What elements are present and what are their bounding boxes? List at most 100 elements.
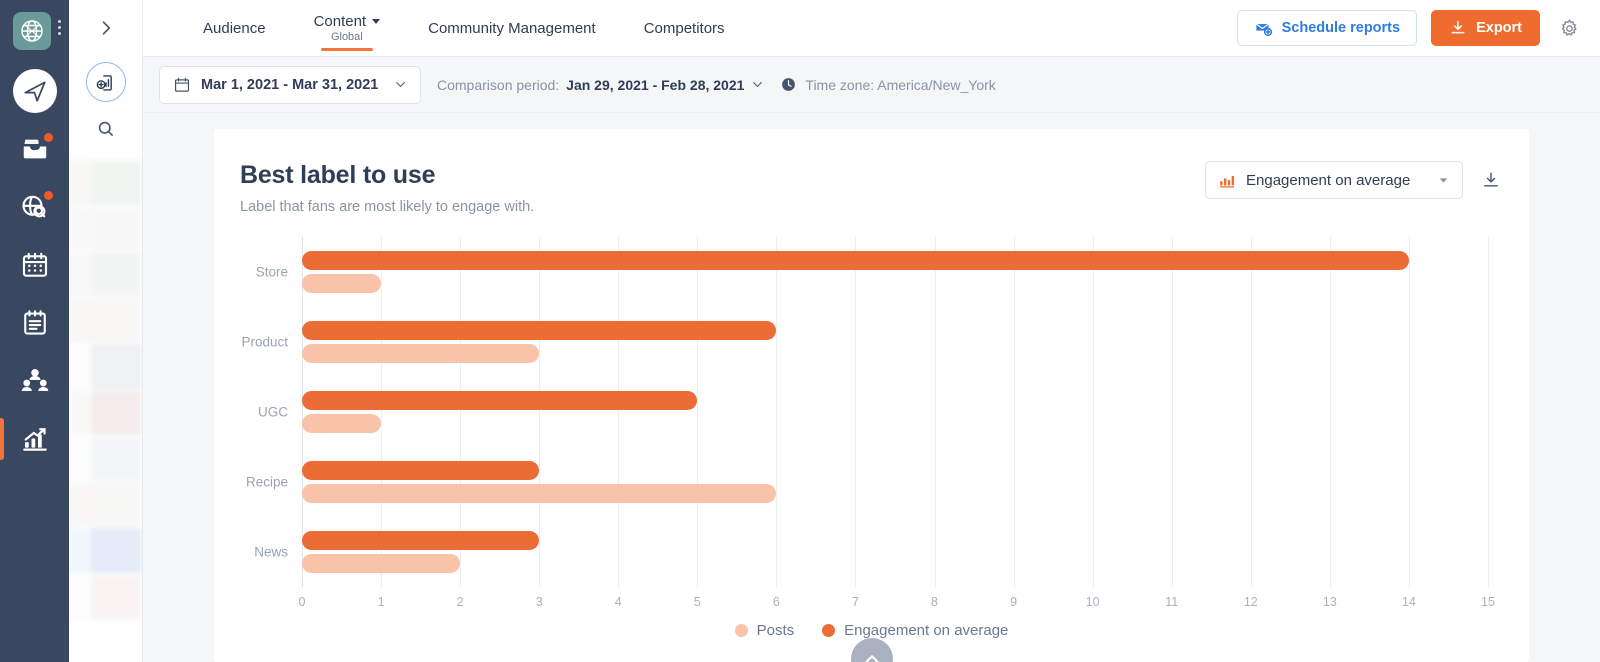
add-report-button[interactable] [86, 62, 126, 102]
date-range-value: Mar 1, 2021 - Mar 31, 2021 [201, 77, 384, 93]
category-label: News [254, 545, 288, 560]
rail-item-compose[interactable] [0, 62, 69, 120]
chart-card: Best label to use Label that fans are mo… [214, 129, 1529, 662]
bar-engagement-on-average[interactable] [302, 531, 539, 550]
tab-audience[interactable]: Audience [179, 0, 290, 57]
chart-legend: Posts Engagement on average [240, 622, 1503, 639]
left-nav-rail [0, 0, 69, 662]
x-tick-label: 15 [1481, 595, 1495, 609]
scroll-to-top-button[interactable] [851, 638, 893, 662]
rail-item-calendar[interactable] [0, 236, 69, 294]
chevron-down-icon [372, 19, 380, 24]
settings-button[interactable] [1556, 15, 1582, 41]
x-tick-label: 9 [1010, 595, 1017, 609]
rail-item-publisher[interactable] [0, 294, 69, 352]
category-label: Store [256, 265, 288, 280]
rail-item-inbox[interactable] [0, 120, 69, 178]
timezone-indicator: Time zone: America/New_York [780, 76, 995, 93]
metric-select[interactable]: Engagement on average [1205, 161, 1463, 199]
legend-item-engagement[interactable]: Engagement on average [822, 622, 1008, 639]
inbox-notification-badge [44, 133, 53, 142]
expand-panel-button[interactable] [69, 0, 142, 56]
x-tick-label: 5 [694, 595, 701, 609]
rail-header [0, 0, 69, 62]
x-tick-label: 10 [1086, 595, 1100, 609]
chart-plot-area: StoreProductUGCRecipeNews [302, 237, 1488, 587]
x-tick-label: 13 [1323, 595, 1337, 609]
gear-icon [1559, 18, 1580, 39]
x-tick-label: 11 [1165, 595, 1178, 609]
legend-label-engagement: Engagement on average [844, 622, 1008, 639]
export-button[interactable]: Export [1431, 10, 1540, 46]
chevron-down-icon [394, 78, 407, 91]
tab-competitors[interactable]: Competitors [620, 0, 749, 57]
chart-row: UGC [302, 377, 1488, 447]
schedule-reports-button[interactable]: Schedule reports [1237, 10, 1417, 46]
rail-item-community[interactable] [0, 352, 69, 410]
chart-x-axis: 0123456789101112131415 [302, 587, 1488, 615]
x-tick-label: 12 [1244, 595, 1258, 609]
search-reports-button[interactable] [69, 102, 142, 156]
comparison-period-value: Jan 29, 2021 - Feb 28, 2021 [566, 77, 744, 93]
chart-row: Store [302, 237, 1488, 307]
top-actions: Schedule reports Export [1237, 10, 1582, 46]
comparison-period-label: Comparison period: [437, 77, 559, 93]
chart-rows: StoreProductUGCRecipeNews [302, 237, 1488, 587]
x-tick-label: 6 [773, 595, 780, 609]
comparison-period-selector[interactable]: Comparison period: Jan 29, 2021 - Feb 28… [437, 77, 764, 93]
bar-posts[interactable] [302, 484, 776, 503]
bar-posts[interactable] [302, 554, 460, 573]
chart-card-titles: Best label to use Label that fans are mo… [240, 161, 534, 215]
chart-card-actions: Engagement on average [1205, 161, 1503, 199]
main-column: Audience Content Global Community Manage… [143, 0, 1600, 662]
chevron-down-icon [1437, 174, 1450, 187]
more-options-icon[interactable] [58, 20, 61, 35]
x-tick-label: 7 [852, 595, 859, 609]
globe-logo-icon[interactable] [13, 12, 51, 50]
download-icon [1481, 170, 1501, 190]
tab-content[interactable]: Content Global [290, 0, 405, 57]
metric-select-value: Engagement on average [1246, 172, 1426, 189]
chart-row: News [302, 517, 1488, 587]
tab-audience-label: Audience [203, 20, 266, 37]
legend-swatch-posts [735, 624, 748, 637]
page-title: Best label to use [240, 161, 534, 190]
chevron-up-icon [861, 648, 883, 662]
x-tick-label: 3 [536, 595, 543, 609]
paper-plane-icon [13, 69, 57, 113]
rail-item-listening[interactable] [0, 178, 69, 236]
chart-row: Recipe [302, 447, 1488, 517]
nav-tabs: Audience Content Global Community Manage… [179, 0, 749, 57]
bar-posts[interactable] [302, 274, 381, 293]
bar-engagement-on-average[interactable] [302, 391, 697, 410]
bar-engagement-on-average[interactable] [302, 461, 539, 480]
category-label: UGC [258, 405, 288, 420]
app-root: Audience Content Global Community Manage… [0, 0, 1600, 662]
bar-engagement-on-average[interactable] [302, 321, 776, 340]
legend-item-posts[interactable]: Posts [735, 622, 795, 639]
bar-posts[interactable] [302, 414, 381, 433]
category-label: Recipe [246, 475, 288, 490]
x-tick-label: 4 [615, 595, 622, 609]
date-range-picker[interactable]: Mar 1, 2021 - Mar 31, 2021 [159, 66, 421, 104]
x-tick-label: 14 [1402, 595, 1416, 609]
category-label: Product [241, 335, 288, 350]
x-tick-label: 8 [931, 595, 938, 609]
x-tick-label: 2 [457, 595, 464, 609]
rail-item-analytics[interactable] [0, 410, 69, 468]
listening-notification-badge [44, 191, 53, 200]
export-label: Export [1476, 20, 1522, 36]
mail-schedule-icon [1254, 19, 1273, 38]
bar-engagement-on-average[interactable] [302, 251, 1409, 270]
filters-toolbar: Mar 1, 2021 - Mar 31, 2021 Comparison pe… [143, 57, 1600, 113]
bar-chart-icon [1218, 172, 1235, 189]
bar-posts[interactable] [302, 344, 539, 363]
content-area: Best label to use Label that fans are mo… [143, 113, 1600, 662]
tab-community-management[interactable]: Community Management [404, 0, 620, 57]
download-chart-button[interactable] [1479, 168, 1503, 192]
tab-community-management-label: Community Management [428, 20, 596, 37]
bar-chart: StoreProductUGCRecipeNews 01234567891011… [240, 237, 1503, 637]
top-navigation-bar: Audience Content Global Community Manage… [143, 0, 1600, 57]
timezone-label: Time zone: America/New_York [805, 77, 995, 93]
tab-content-label: Content [314, 13, 367, 30]
